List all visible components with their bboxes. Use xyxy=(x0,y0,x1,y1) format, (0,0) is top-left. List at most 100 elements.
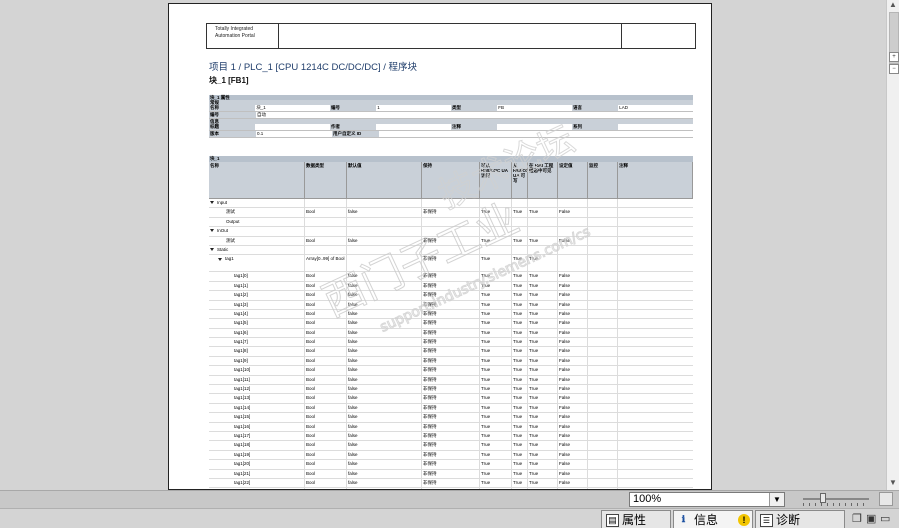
table-cell: Bool xyxy=(305,291,347,300)
scroll-down-icon[interactable]: ▼ xyxy=(889,478,897,488)
col-header: 默认值 xyxy=(347,162,422,198)
table-cell: 非保持 xyxy=(422,338,480,347)
table-cell: false xyxy=(347,450,422,460)
table-cell: True xyxy=(528,338,558,347)
table-cell xyxy=(528,199,558,208)
table-row: tag1[8] Bool false 非保持 True True True False xyxy=(209,347,693,357)
attr-value: 自动 xyxy=(257,112,266,117)
table-cell: True xyxy=(528,309,558,319)
table-cell xyxy=(480,199,512,208)
table-cell xyxy=(558,227,588,236)
table-cell: True xyxy=(512,319,528,328)
table-cell: True xyxy=(512,291,528,300)
table-cell: False xyxy=(558,281,588,291)
table-cell: False xyxy=(558,441,588,450)
table-cell: True xyxy=(480,403,512,413)
table-cell: True xyxy=(480,291,512,300)
print-preview-area[interactable]: Totally Integrated Automation Portal 项目 … xyxy=(0,0,886,490)
table-cell: false xyxy=(347,431,422,441)
table-cell: True xyxy=(528,441,558,450)
side-minus-icon[interactable]: − xyxy=(889,64,899,74)
table-cell-comment xyxy=(618,385,693,393)
table-cell: false xyxy=(347,375,422,385)
cell-name-text: tag1[11] xyxy=(234,376,250,382)
attr-value xyxy=(255,124,330,130)
table-cell xyxy=(588,227,618,236)
table-cell: True xyxy=(512,328,528,338)
table-cell xyxy=(588,366,618,375)
col-header: 注释 xyxy=(618,162,693,198)
zoom-slider-track[interactable] xyxy=(803,498,869,500)
table-cell-comment xyxy=(618,227,693,235)
chevron-down-icon[interactable]: ▼ xyxy=(769,493,784,506)
table-cell xyxy=(347,255,422,272)
table-cell: True xyxy=(512,385,528,394)
table-cell: false xyxy=(347,208,422,217)
properties-icon: ▤ xyxy=(606,514,619,527)
cell-name: tag1[9] xyxy=(209,356,305,366)
table-cell: False xyxy=(558,236,588,245)
table-cell-comment xyxy=(618,246,693,254)
table-cell: Bool xyxy=(305,309,347,319)
table-row: tag1[3] Bool false 非保持 True True True False xyxy=(209,300,693,310)
table-cell: false xyxy=(347,272,422,281)
warning-icon: ! xyxy=(738,514,750,526)
table-cell xyxy=(422,217,480,227)
attr-row-2: 编号 自动 xyxy=(209,112,693,119)
table-row: tag1[10] Bool false 非保持 True True True False xyxy=(209,366,693,376)
table-cell xyxy=(588,255,618,272)
table-cell: 非保持 xyxy=(422,272,480,281)
table-cell: False xyxy=(558,300,588,309)
tab-diagnostics[interactable]: ☰ 诊断 xyxy=(755,510,845,528)
table-cell-comment xyxy=(618,255,693,271)
table-cell xyxy=(558,199,588,208)
table-cell: False xyxy=(558,375,588,385)
table-cell-comment xyxy=(618,329,693,337)
cell-name: tag1[0] xyxy=(209,272,305,281)
table-cell: True xyxy=(512,255,528,272)
cell-name: tag1[4] xyxy=(209,309,305,319)
cell-name-text: tag1[19] xyxy=(234,451,251,457)
fit-page-icon[interactable] xyxy=(879,492,893,506)
table-cell: Bool xyxy=(305,422,347,431)
table-cell-comment xyxy=(618,338,693,346)
table-cell-comment xyxy=(618,441,693,449)
col-header: 设定值 xyxy=(558,162,588,198)
table-cell: True xyxy=(528,208,558,217)
attr-key: 编号 xyxy=(209,112,256,118)
table-cell: 非保持 xyxy=(422,469,480,478)
side-plus-icon[interactable]: + xyxy=(889,52,899,62)
tab-info[interactable]: ℹ 信息 ! xyxy=(673,510,753,528)
table-cell: 非保持 xyxy=(422,309,480,319)
cell-name: tag1[6] xyxy=(209,328,305,338)
restore-icon[interactable]: ❐ xyxy=(852,512,862,526)
cell-name: tag1[3] xyxy=(209,300,305,309)
table-cell-comment xyxy=(618,460,693,468)
table-cell xyxy=(558,217,588,227)
table-cell: false xyxy=(347,413,422,422)
table-cell: True xyxy=(528,347,558,356)
scroll-up-icon[interactable]: ▲ xyxy=(889,0,897,10)
table-cell: True xyxy=(512,441,528,450)
attr-value: FB xyxy=(498,105,504,110)
close-icon[interactable]: ▭ xyxy=(880,512,890,526)
table-cell xyxy=(528,227,558,236)
pin-icon[interactable]: ▣ xyxy=(866,512,876,526)
tab-properties[interactable]: ▤ 属性 xyxy=(601,510,671,528)
table-cell-comment xyxy=(618,366,693,374)
table-body: Input 测试 Bool false 非保持 True True True False Outp… xyxy=(209,199,693,489)
table-cell xyxy=(305,227,347,236)
table-cell xyxy=(588,441,618,450)
table-cell xyxy=(347,217,422,227)
attr-key: 标题 xyxy=(209,124,256,130)
cell-name: InOut xyxy=(209,227,305,236)
cell-name-text: tag1[13] xyxy=(234,395,251,401)
zoom-select[interactable]: 100% ▼ xyxy=(629,492,785,507)
cell-name-text: tag1[2] xyxy=(234,292,248,298)
table-cell-comment xyxy=(618,237,693,245)
cell-name: tag1[1] xyxy=(209,281,305,291)
cell-name: tag1[15] xyxy=(209,413,305,422)
zoom-slider-thumb[interactable] xyxy=(820,493,826,503)
table-cell: True xyxy=(528,469,558,478)
expand-triangle-icon xyxy=(210,248,214,252)
